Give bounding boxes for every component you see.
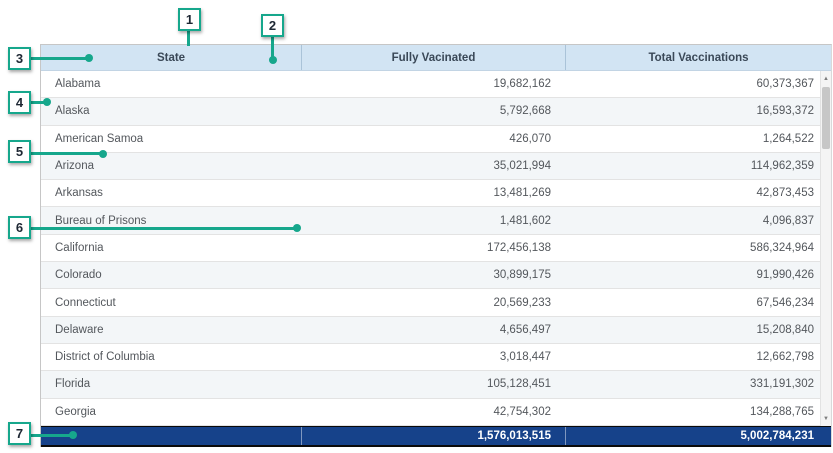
table-header-row: State Fully Vacinated Total Vaccinations — [41, 45, 831, 71]
state-cell: Arizona — [41, 153, 301, 179]
fully-vaccinated-cell: 172,456,138 — [301, 235, 565, 261]
callout-2-badge: 2 — [261, 14, 284, 37]
table-row[interactable]: District of Columbia 3,018,447 12,662,79… — [41, 344, 831, 371]
state-cell: Georgia — [41, 399, 301, 425]
fully-vaccinated-cell: 426,070 — [301, 126, 565, 152]
scroll-up-icon[interactable]: ▲ — [821, 71, 831, 86]
scrollbar-thumb[interactable] — [822, 87, 830, 149]
state-cell: California — [41, 235, 301, 261]
fully-vaccinated-cell: 1,481,602 — [301, 207, 565, 233]
total-vaccinations-cell: 4,096,837 — [565, 207, 831, 233]
total-vaccinations-cell: 91,990,426 — [565, 262, 831, 288]
callout-3-dot — [85, 54, 93, 62]
scroll-down-icon[interactable]: ▼ — [821, 411, 831, 426]
column-header-fully-vaccinated[interactable]: Fully Vacinated — [301, 45, 565, 70]
state-cell: Arkansas — [41, 180, 301, 206]
totals-state-cell — [41, 427, 301, 445]
total-vaccinations-cell: 114,962,359 — [565, 153, 831, 179]
state-cell: Delaware — [41, 317, 301, 343]
table-body: Alabama 19,682,162 60,373,367 Alaska 5,7… — [41, 71, 831, 426]
callout-6-badge: 6 — [8, 216, 31, 239]
table-row[interactable]: Alaska 5,792,668 16,593,372 — [41, 98, 831, 125]
callout-6-line — [30, 227, 296, 230]
callout-4-badge: 4 — [8, 91, 31, 114]
table-row[interactable]: Alabama 19,682,162 60,373,367 — [41, 71, 831, 98]
callout-4-dot — [43, 98, 51, 106]
callout-5-badge: 5 — [8, 140, 31, 163]
state-cell: Colorado — [41, 262, 301, 288]
totals-row: 1,576,013,515 5,002,784,231 — [41, 426, 831, 447]
vaccinations-table: State Fully Vacinated Total Vaccinations… — [40, 44, 832, 447]
state-cell: American Samoa — [41, 126, 301, 152]
callout-7-dot — [69, 431, 77, 439]
callout-3-badge: 3 — [8, 47, 31, 70]
table-row[interactable]: Colorado 30,899,175 91,990,426 — [41, 262, 831, 289]
total-vaccinations-cell: 15,208,840 — [565, 317, 831, 343]
state-cell: District of Columbia — [41, 344, 301, 370]
fully-vaccinated-cell: 5,792,668 — [301, 98, 565, 124]
callout-7-badge: 7 — [8, 422, 31, 445]
total-vaccinations-cell: 12,662,798 — [565, 344, 831, 370]
callout-2-dot — [269, 56, 277, 64]
fully-vaccinated-cell: 30,899,175 — [301, 262, 565, 288]
total-vaccinations-cell: 16,593,372 — [565, 98, 831, 124]
fully-vaccinated-cell: 105,128,451 — [301, 371, 565, 397]
table-row[interactable]: Georgia 42,754,302 134,288,765 — [41, 399, 831, 426]
column-header-total-vaccinations[interactable]: Total Vaccinations — [565, 45, 831, 70]
total-vaccinations-cell: 1,264,522 — [565, 126, 831, 152]
state-cell: Alabama — [41, 71, 301, 97]
fully-vaccinated-cell: 35,021,994 — [301, 153, 565, 179]
total-vaccinations-cell: 586,324,964 — [565, 235, 831, 261]
callout-5-dot — [99, 150, 107, 158]
vertical-scrollbar[interactable]: ▲ ▼ — [820, 71, 831, 426]
table-row[interactable]: Delaware 4,656,497 15,208,840 — [41, 317, 831, 344]
fully-vaccinated-cell: 3,018,447 — [301, 344, 565, 370]
totals-total-vaccinations-cell: 5,002,784,231 — [565, 427, 831, 445]
table-row[interactable]: Arizona 35,021,994 114,962,359 — [41, 153, 831, 180]
table-row[interactable]: Bureau of Prisons 1,481,602 4,096,837 — [41, 207, 831, 234]
callout-5-line — [30, 152, 102, 155]
fully-vaccinated-cell: 13,481,269 — [301, 180, 565, 206]
table-row[interactable]: Connecticut 20,569,233 67,546,234 — [41, 289, 831, 316]
fully-vaccinated-cell: 19,682,162 — [301, 71, 565, 97]
state-cell: Connecticut — [41, 289, 301, 315]
callout-6-dot — [293, 224, 301, 232]
total-vaccinations-cell: 331,191,302 — [565, 371, 831, 397]
total-vaccinations-cell: 134,288,765 — [565, 399, 831, 425]
vaccination-table-screenshot: State Fully Vacinated Total Vaccinations… — [0, 0, 833, 453]
totals-fully-vaccinated-cell: 1,576,013,515 — [301, 427, 565, 445]
state-cell: Alaska — [41, 98, 301, 124]
total-vaccinations-cell: 67,546,234 — [565, 289, 831, 315]
table-row[interactable]: Arkansas 13,481,269 42,873,453 — [41, 180, 831, 207]
table-row[interactable]: California 172,456,138 586,324,964 — [41, 235, 831, 262]
fully-vaccinated-cell: 42,754,302 — [301, 399, 565, 425]
callout-7-line — [30, 434, 72, 437]
table-row[interactable]: Florida 105,128,451 331,191,302 — [41, 371, 831, 398]
total-vaccinations-cell: 42,873,453 — [565, 180, 831, 206]
table-row[interactable]: American Samoa 426,070 1,264,522 — [41, 126, 831, 153]
fully-vaccinated-cell: 4,656,497 — [301, 317, 565, 343]
callout-1-badge: 1 — [178, 8, 201, 31]
fully-vaccinated-cell: 20,569,233 — [301, 289, 565, 315]
callout-1-line — [187, 31, 190, 46]
callout-3-line — [30, 57, 88, 60]
state-cell: Florida — [41, 371, 301, 397]
total-vaccinations-cell: 60,373,367 — [565, 71, 831, 97]
